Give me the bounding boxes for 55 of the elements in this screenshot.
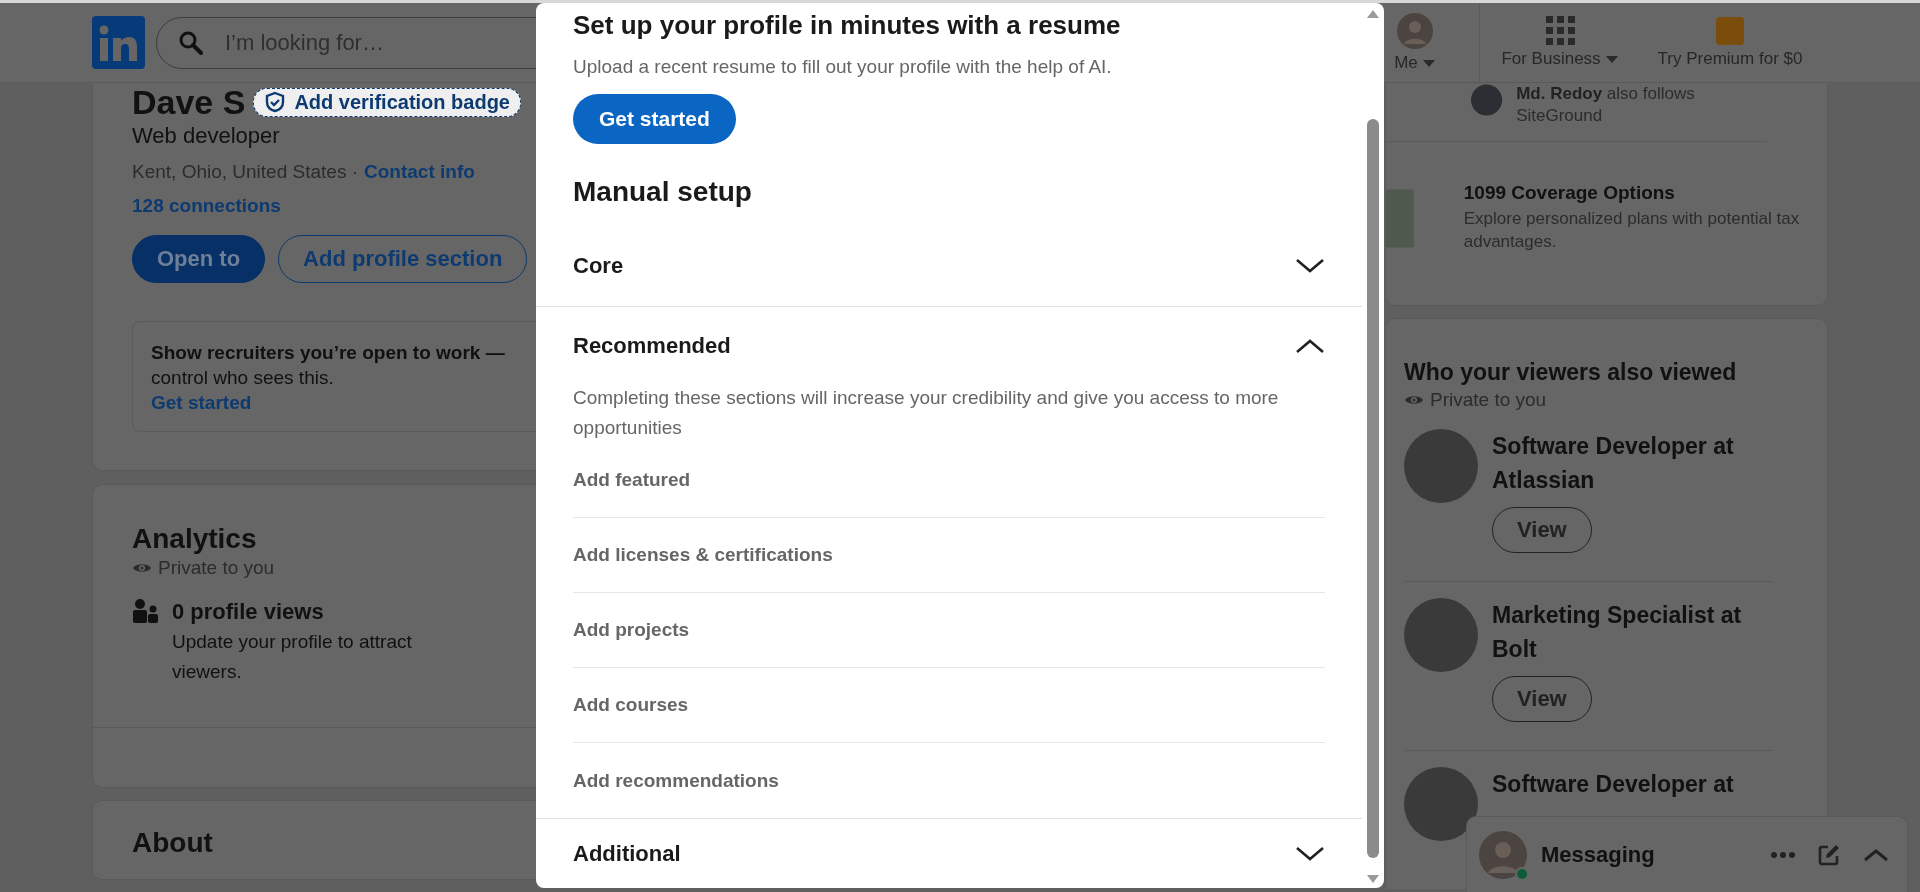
scroll-down-icon[interactable] [1366, 874, 1380, 884]
user-avatar-icon [1397, 12, 1433, 49]
search-icon [178, 29, 204, 56]
add-section-link[interactable]: Add courses [573, 694, 689, 716]
shield-check-icon [264, 91, 287, 113]
analytics-title: Analytics [132, 523, 257, 555]
get-started-link[interactable]: Get started [151, 392, 252, 413]
nav-profile-button[interactable]: Me [1385, 2, 1445, 83]
follower-text: Md. Redoy also follows SiteGround [1516, 83, 1696, 127]
privacy-text: Private to you [1430, 389, 1547, 411]
contact-info-link[interactable]: Contact info [364, 161, 475, 183]
person-title-link[interactable]: Software Developer at [1492, 767, 1752, 801]
profile-views-text: Update your profile to attract viewers. [172, 630, 413, 684]
profile-views-link[interactable]: 0 profile views [172, 599, 324, 625]
scroll-up-icon[interactable] [1366, 9, 1380, 19]
app-grid-icon [1545, 16, 1575, 45]
ad-description: Explore personalized plans with potential tax advantages. [1463, 208, 1801, 253]
premium-icon [1716, 16, 1744, 45]
section-toggle[interactable]: Recommended [536, 307, 1362, 385]
location-text: Kent, Ohio, United States · [132, 161, 358, 183]
person-title-link[interactable]: Marketing Specialist at Bolt [1492, 598, 1752, 666]
profile-headline: Web developer [132, 123, 280, 149]
avatar-icon [1404, 767, 1478, 841]
add-section-link[interactable]: Add recommendations [573, 769, 779, 792]
viewers-title: Who your viewers also viewed [1404, 358, 1737, 387]
chevron-up-icon [1863, 847, 1889, 862]
user-avatar-icon [1479, 830, 1527, 879]
open-to-work-title: Show recruiters you’re open to work — [151, 341, 505, 365]
privacy-text: Private to you [158, 557, 275, 579]
compose-icon [1817, 842, 1841, 867]
section-description: Completing these sections will increase your credibility and give you access to more opportunities [572, 386, 1280, 440]
verification-badge-link[interactable]: Add verification badge [253, 87, 521, 117]
people-icon [132, 599, 158, 625]
nav-premium-button[interactable]: Try Premium for $0 [1650, 2, 1810, 83]
person-title-link[interactable]: Software Developer at Atlassian [1492, 429, 1752, 497]
nav-business-button[interactable]: For Business [1500, 2, 1620, 83]
messaging-title: Messaging [1541, 841, 1656, 868]
more-icon [1771, 851, 1795, 858]
logo-icon[interactable] [92, 16, 145, 69]
section-heading: Manual setup [573, 175, 753, 209]
open-to-button[interactable]: Open to [132, 235, 266, 283]
section-toggle[interactable]: Additional [536, 819, 1362, 888]
avatar-icon [1404, 598, 1478, 672]
add-section-link[interactable]: Add licenses & certifications [573, 544, 833, 566]
add-section-link[interactable]: Add projects [573, 619, 690, 641]
ad-title-link[interactable]: 1099 Coverage Options [1463, 182, 1675, 204]
avatar-icon [1404, 429, 1478, 503]
about-title: About [132, 827, 213, 859]
open-to-work-text: control who sees this. [151, 366, 334, 390]
connections-link[interactable]: 128 connections [132, 195, 281, 217]
section-toggle[interactable]: Core [536, 226, 1362, 306]
profile-name: Dave S [132, 82, 246, 122]
get-started-button[interactable]: Get started [573, 94, 736, 144]
add-section-link[interactable]: Add featured [573, 469, 691, 491]
avatar-icon [1471, 83, 1503, 117]
